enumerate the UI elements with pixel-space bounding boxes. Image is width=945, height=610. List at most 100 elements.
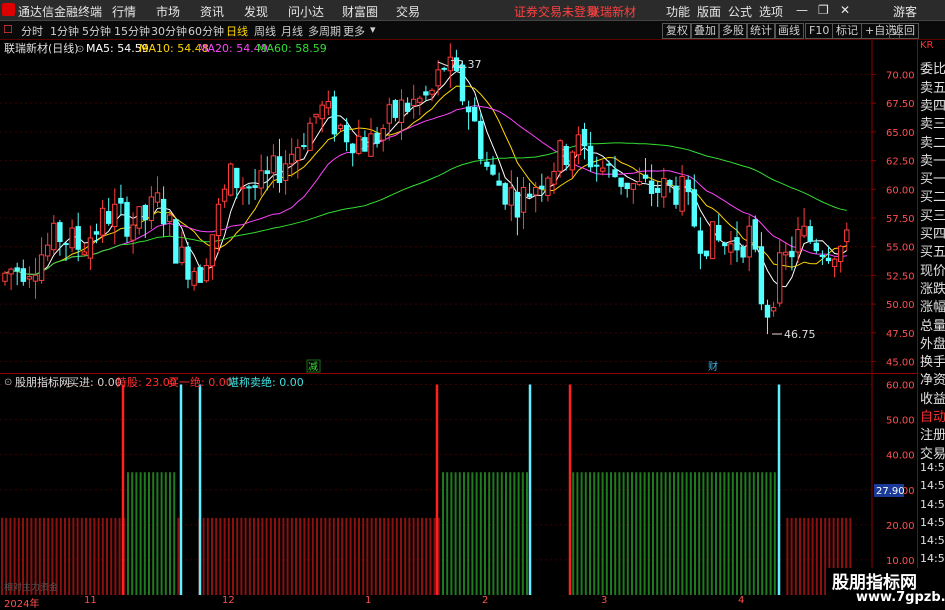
candle-body — [234, 167, 240, 189]
candle-body — [838, 245, 844, 263]
minimize-icon[interactable]: — — [796, 3, 808, 17]
indicator-tick-label: 40.00 — [886, 451, 915, 462]
candle-body — [350, 143, 356, 154]
indicator-bottom-note: 相对主力资金 — [4, 581, 58, 593]
guest-label[interactable]: 游客 — [893, 3, 917, 20]
restore-icon[interactable]: ❐ — [818, 3, 829, 17]
candle-body — [264, 170, 271, 174]
candle-body — [465, 106, 472, 113]
period-multi[interactable]: 多周期 — [308, 23, 341, 39]
order-panel-label: 买三 — [920, 208, 945, 224]
menu-layout[interactable]: 版面 — [697, 3, 721, 20]
order-panel-label: 总量 — [920, 318, 945, 334]
candle-body — [423, 91, 429, 96]
price-tick-label: 52.50 — [886, 271, 915, 282]
menu-assistant[interactable]: 问小达 — [288, 3, 324, 20]
period-15min[interactable]: 15分钟 — [114, 23, 150, 39]
candle-body — [362, 137, 368, 152]
candle-body — [81, 251, 87, 255]
order-panel-label: 净资 — [920, 373, 945, 389]
login-notice[interactable]: 证券交易未登录 — [514, 3, 598, 20]
candle-body — [45, 244, 51, 257]
menu-wealth[interactable]: 财富圈 — [342, 3, 378, 20]
menu-trade[interactable]: 交易 — [396, 3, 420, 20]
period-toolbar: ☐ 分时 1分钟 5分钟 15分钟 30分钟 60分钟 日线 周线 月线 多周期… — [0, 21, 945, 40]
candle-body — [673, 185, 679, 205]
candle-body — [783, 251, 789, 256]
checkbox-icon[interactable]: ☐ — [3, 23, 13, 36]
candle-body — [295, 147, 301, 161]
candle-body — [514, 191, 521, 218]
f10-button[interactable]: F10 — [805, 23, 834, 39]
menu-formula[interactable]: 公式 — [728, 3, 752, 20]
candle-body — [63, 243, 69, 246]
candle-body — [392, 100, 399, 118]
candle-body — [709, 221, 716, 260]
order-panel-label: 14:55 — [920, 552, 945, 566]
price-tick-label: 57.50 — [886, 214, 915, 225]
candle-body — [697, 230, 704, 254]
indicator-tick-label: 60.00 — [886, 381, 915, 392]
param-buy-best: 买一绝: 0.00 — [168, 375, 233, 389]
candle-body — [118, 197, 124, 204]
chevron-down-icon[interactable]: ▾ — [370, 23, 376, 36]
candle-body — [478, 120, 484, 160]
candle-body — [746, 225, 752, 258]
price-tick-label: 65.00 — [886, 128, 915, 139]
candle-body — [490, 164, 496, 175]
period-60min[interactable]: 60分钟 — [188, 23, 224, 39]
time-label-jan: 1 — [365, 595, 372, 606]
close-icon[interactable]: ✕ — [840, 3, 850, 17]
menu-quotes[interactable]: 行情 — [112, 3, 136, 20]
menu-market[interactable]: 市场 — [156, 3, 180, 20]
stats-button[interactable]: 统计 — [746, 23, 776, 39]
indicator-tick-label: 50.00 — [886, 416, 915, 427]
ma60-label: MA60: 58.59 — [257, 42, 327, 55]
gear-icon[interactable]: ⊙ — [76, 44, 84, 55]
period-5min[interactable]: 5分钟 — [82, 23, 111, 39]
order-panel-label: 卖二 — [920, 135, 945, 151]
mark-button[interactable]: 标记 — [832, 23, 862, 39]
period-1min[interactable]: 1分钟 — [50, 23, 79, 39]
menu-options[interactable]: 选项 — [759, 3, 783, 20]
candle-body — [441, 67, 447, 70]
price-chart[interactable]: 70.00 67.50 65.00 62.50 60.00 57.50 55.00 52.50… — [0, 40, 917, 373]
candle-body — [404, 102, 411, 112]
app-title: 通达信金融终端 — [18, 5, 103, 19]
adjust-button[interactable]: 复权 — [662, 23, 692, 39]
time-label-apr: 4 — [738, 595, 745, 606]
menu-discover[interactable]: 发现 — [244, 3, 268, 20]
order-panel-label: 注册 — [920, 428, 945, 444]
period-30min[interactable]: 30分钟 — [151, 23, 187, 39]
watermark-url: www.7gpzb.com — [856, 590, 945, 605]
candle-body — [594, 164, 600, 167]
candle-body — [154, 192, 161, 203]
period-daily[interactable]: 日线 — [226, 23, 248, 39]
indicator-gear-icon[interactable]: ⊙ — [4, 377, 12, 388]
stock-link[interactable]: 联瑞新材 — [588, 3, 636, 20]
order-panel-label: 委比 — [920, 62, 945, 78]
draw-line-button[interactable]: 画线 — [774, 23, 804, 39]
event-marker-finance[interactable]: 财 — [708, 360, 718, 373]
candle-body — [301, 145, 307, 148]
menu-function[interactable]: 功能 — [666, 3, 690, 20]
candle-body — [606, 163, 612, 166]
multi-stock-button[interactable]: 多股 — [718, 23, 748, 39]
moving-average-lines — [4, 70, 848, 288]
candle-body — [26, 276, 33, 280]
candle-body — [112, 203, 118, 228]
period-weekly[interactable]: 周线 — [254, 23, 276, 39]
candle-body — [276, 156, 283, 183]
candle-body — [831, 258, 838, 268]
period-intraday[interactable]: 分时 — [21, 23, 43, 39]
period-more[interactable]: 更多 — [343, 23, 365, 39]
candle-body — [57, 222, 63, 243]
back-button[interactable]: 返回 — [889, 23, 919, 39]
indicator-chart[interactable]: 60.0050.0040.0030.0020.0010.00 ⊙ 股朋指标网 买… — [0, 374, 917, 595]
period-monthly[interactable]: 月线 — [281, 23, 303, 39]
event-marker-reduce[interactable]: 减 — [308, 361, 318, 373]
order-panel-label: 涨幅 — [920, 300, 945, 316]
candle-body — [331, 96, 338, 135]
menu-news[interactable]: 资讯 — [200, 3, 224, 20]
overlay-button[interactable]: 叠加 — [690, 23, 720, 39]
